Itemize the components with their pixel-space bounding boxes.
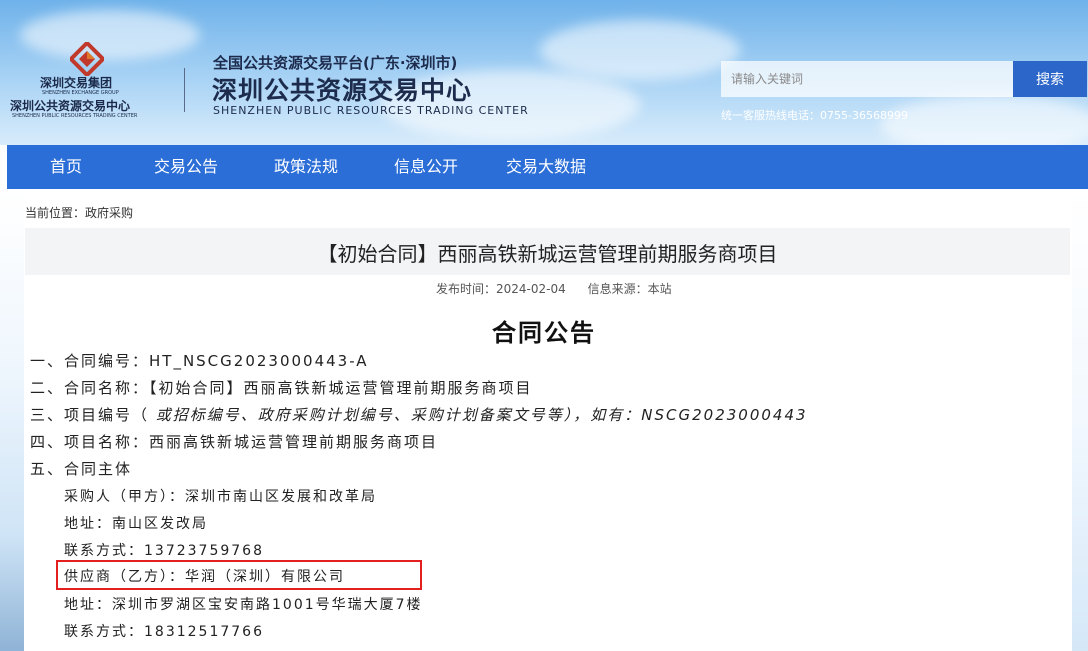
project-name-line: 四、项目名称：西丽高铁新城运营管理前期服务商项目	[30, 433, 439, 451]
logo-divider	[184, 68, 185, 112]
logo-center-name: 深圳公共资源交易中心	[10, 99, 131, 113]
nav-item-announcements[interactable]: 交易公告	[154, 145, 218, 189]
buyer-contact-line: 联系方式：13723759768	[64, 543, 264, 559]
search-button[interactable]: 搜索	[1013, 61, 1087, 97]
nav-item-disclosure[interactable]: 信息公开	[394, 145, 458, 189]
cloud-decoration	[880, 95, 1088, 145]
notice-heading: 合同公告	[492, 319, 596, 347]
supplier-highlight-box	[56, 560, 422, 590]
service-hotline: 统一客服热线电话：0755-36568999	[721, 109, 908, 122]
logo-group-name-en: SHENZHEN EXCHANGE GROUP	[42, 90, 119, 96]
platform-subtitle: 全国公共资源交易平台(广东·深圳市)	[213, 54, 458, 72]
logo-group-name: 深圳交易集团	[40, 76, 113, 90]
nav-item-home[interactable]: 首页	[50, 145, 82, 189]
platform-title: 深圳公共资源交易中心	[212, 76, 473, 105]
publish-time: 发布时间：2024-02-04	[436, 282, 566, 296]
project-number-prefix: 三、项目编号（	[30, 406, 150, 424]
supplier-contact-line: 联系方式：18312517766	[64, 624, 264, 640]
site-logo[interactable]: 深圳交易集团 SHENZHEN EXCHANGE GROUP 深圳公共资源交易中…	[10, 40, 165, 125]
logo-mark-icon	[70, 42, 104, 76]
search-input[interactable]	[721, 61, 1013, 97]
project-number-line: 三、项目编号（ 或招标编号、政府采购计划编号、采购计划备案文号等），如有：NSC…	[30, 404, 808, 425]
logo-center-name-en: SHENZHEN PUBLIC RESOURCES TRADING CENTER	[12, 113, 138, 119]
contract-name-line: 二、合同名称：【初始合同】西丽高铁新城运营管理前期服务商项目	[30, 379, 533, 397]
info-source: 信息来源：本站	[587, 282, 672, 296]
article-meta: 发布时间：2024-02-04 信息来源：本站	[436, 280, 672, 297]
side-decoration-left	[0, 189, 24, 651]
title-bar: 【初始合同】西丽高铁新城运营管理前期服务商项目	[25, 228, 1070, 275]
platform-title-en: SHENZHEN PUBLIC RESOURCES TRADING CENTER	[213, 104, 529, 117]
nav-item-policies[interactable]: 政策法规	[274, 145, 338, 189]
contract-number-line: 一、合同编号：HT_NSCG2023000443-A	[30, 352, 369, 370]
page-title: 【初始合同】西丽高铁新城运营管理前期服务商项目	[317, 242, 778, 266]
contract-parties-line: 五、合同主体	[30, 460, 133, 478]
cloud-decoration	[540, 20, 740, 80]
side-decoration-right	[1072, 189, 1088, 651]
site-header: 深圳交易集团 SHENZHEN EXCHANGE GROUP 深圳公共资源交易中…	[0, 0, 1088, 145]
buyer-address-line: 地址：南山区发改局	[64, 516, 208, 532]
nav-item-big-data[interactable]: 交易大数据	[506, 145, 586, 189]
main-nav: 首页 交易公告 政策法规 信息公开 交易大数据	[7, 145, 1088, 189]
supplier-address-line: 地址：深圳市罗湖区宝安南路1001号华瑞大厦7楼	[64, 597, 423, 613]
buyer-line: 采购人（甲方）：深圳市南山区发展和改革局	[64, 489, 377, 505]
project-number-note: 或招标编号、政府采购计划编号、采购计划备案文号等），如有：NSCG2023000…	[149, 406, 808, 424]
breadcrumb: 当前位置：政府采购	[25, 206, 134, 220]
